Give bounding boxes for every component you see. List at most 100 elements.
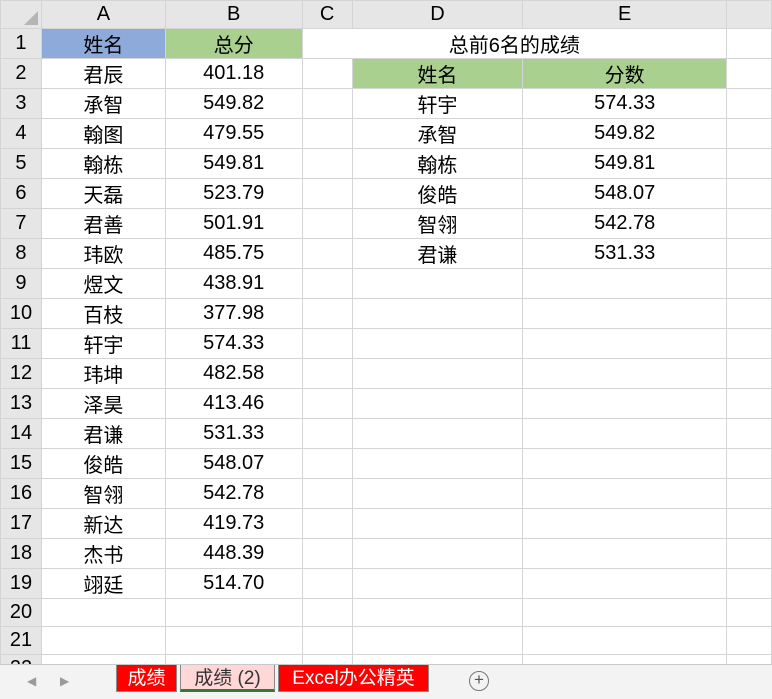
cell-name[interactable]: 君谦 <box>40 418 166 449</box>
cell-empty[interactable] <box>301 328 353 359</box>
cell-empty[interactable] <box>301 508 353 539</box>
cell-b1[interactable]: 总分 <box>164 28 303 59</box>
cell-name[interactable]: 泽昊 <box>40 388 166 419</box>
cell-empty[interactable] <box>164 598 303 627</box>
plus-circle-icon[interactable]: + <box>469 671 489 691</box>
cell-empty[interactable] <box>726 118 772 149</box>
cell-empty[interactable] <box>726 418 772 449</box>
cell-empty[interactable] <box>726 388 772 419</box>
cell-empty[interactable] <box>522 654 728 664</box>
cell-empty[interactable] <box>726 148 772 179</box>
cell-name[interactable]: 天磊 <box>40 178 166 209</box>
row-header[interactable]: 7 <box>0 208 42 239</box>
column-header-e[interactable]: E <box>522 0 728 29</box>
row-header[interactable]: 1 <box>0 28 42 59</box>
cell-top-score[interactable]: 574.33 <box>522 88 728 119</box>
cell-empty[interactable] <box>351 328 524 359</box>
row-header[interactable]: 21 <box>0 626 42 655</box>
select-all-corner[interactable] <box>0 0 42 29</box>
cell-empty[interactable] <box>351 598 524 627</box>
row-header[interactable]: 10 <box>0 298 42 329</box>
cell-score[interactable]: 501.91 <box>164 208 303 239</box>
cell-empty[interactable] <box>301 178 353 209</box>
cell-name[interactable]: 智翎 <box>40 478 166 509</box>
cell-name[interactable]: 俊皓 <box>40 448 166 479</box>
cell-top-name[interactable]: 轩宇 <box>351 88 524 119</box>
cell-top-name[interactable]: 智翎 <box>351 208 524 239</box>
cell-name[interactable]: 玮欧 <box>40 238 166 269</box>
cell-top-name[interactable]: 承智 <box>351 118 524 149</box>
cell-name[interactable]: 煜文 <box>40 268 166 299</box>
cell-score[interactable]: 448.39 <box>164 538 303 569</box>
cell-name[interactable]: 翊廷 <box>40 568 166 599</box>
row-header[interactable]: 17 <box>0 508 42 539</box>
row-header[interactable]: 8 <box>0 238 42 269</box>
cell-name[interactable]: 翰栋 <box>40 148 166 179</box>
cell-empty[interactable] <box>351 298 524 329</box>
cell-empty[interactable] <box>351 626 524 655</box>
cell-score[interactable]: 401.18 <box>164 58 303 89</box>
sheet-tab-2-active[interactable]: 成绩 (2) <box>180 665 275 692</box>
cell-empty[interactable] <box>40 598 166 627</box>
cell-empty[interactable] <box>726 654 772 664</box>
column-header-c[interactable]: C <box>301 0 353 29</box>
cell-empty[interactable] <box>301 626 353 655</box>
cell-empty[interactable] <box>726 568 772 599</box>
cell-empty[interactable] <box>301 208 353 239</box>
row-header[interactable]: 9 <box>0 268 42 299</box>
cell-empty[interactable] <box>301 298 353 329</box>
cell-name[interactable]: 君辰 <box>40 58 166 89</box>
row-header[interactable]: 20 <box>0 598 42 627</box>
cell-top-score[interactable]: 542.78 <box>522 208 728 239</box>
cell-empty[interactable] <box>351 568 524 599</box>
cell-empty[interactable] <box>351 448 524 479</box>
cell-score[interactable]: 523.79 <box>164 178 303 209</box>
row-header[interactable]: 15 <box>0 448 42 479</box>
cell-empty[interactable] <box>522 358 728 389</box>
cell-score[interactable]: 549.82 <box>164 88 303 119</box>
cell-empty[interactable] <box>301 118 353 149</box>
cell-empty[interactable] <box>301 418 353 449</box>
cell-empty[interactable] <box>301 478 353 509</box>
cell-empty[interactable] <box>726 448 772 479</box>
cell-top-score[interactable]: 549.81 <box>522 148 728 179</box>
cell-empty[interactable] <box>522 538 728 569</box>
cell-empty[interactable] <box>301 88 353 119</box>
cell-score[interactable]: 531.33 <box>164 418 303 449</box>
cell-empty[interactable] <box>522 298 728 329</box>
cell-empty[interactable] <box>301 58 353 89</box>
row-header[interactable]: 22 <box>0 654 42 664</box>
cell-empty[interactable] <box>351 654 524 664</box>
triangle-left-icon[interactable]: ◀ <box>27 674 36 688</box>
sheet-tab-1[interactable]: 成绩 <box>116 665 177 692</box>
cell-empty[interactable] <box>351 388 524 419</box>
cell-empty[interactable] <box>522 448 728 479</box>
cell-score[interactable]: 479.55 <box>164 118 303 149</box>
cell-empty[interactable] <box>351 538 524 569</box>
cell-empty[interactable] <box>301 238 353 269</box>
cell-score[interactable]: 413.46 <box>164 388 303 419</box>
cell-empty[interactable] <box>301 538 353 569</box>
row-header[interactable]: 11 <box>0 328 42 359</box>
cell-name[interactable]: 杰书 <box>40 538 166 569</box>
cell-empty[interactable] <box>301 268 353 299</box>
cell-score[interactable]: 419.73 <box>164 508 303 539</box>
sheet-tab-3[interactable]: Excel办公精英 <box>278 665 429 692</box>
cell-score[interactable]: 482.58 <box>164 358 303 389</box>
cell-a1[interactable]: 姓名 <box>40 28 166 59</box>
cell-score[interactable]: 485.75 <box>164 238 303 269</box>
row-header[interactable]: 5 <box>0 148 42 179</box>
cell-top-name[interactable]: 君谦 <box>351 238 524 269</box>
row-header[interactable]: 2 <box>0 58 42 89</box>
cell-empty[interactable] <box>522 388 728 419</box>
cell-e2[interactable]: 分数 <box>522 58 728 89</box>
cell-empty[interactable] <box>726 538 772 569</box>
cell-empty[interactable] <box>522 328 728 359</box>
cell-empty[interactable] <box>726 626 772 655</box>
cell-score[interactable]: 574.33 <box>164 328 303 359</box>
row-header[interactable]: 13 <box>0 388 42 419</box>
cell-empty[interactable] <box>522 568 728 599</box>
cell-score[interactable]: 549.81 <box>164 148 303 179</box>
row-header[interactable]: 14 <box>0 418 42 449</box>
cell-empty[interactable] <box>726 88 772 119</box>
